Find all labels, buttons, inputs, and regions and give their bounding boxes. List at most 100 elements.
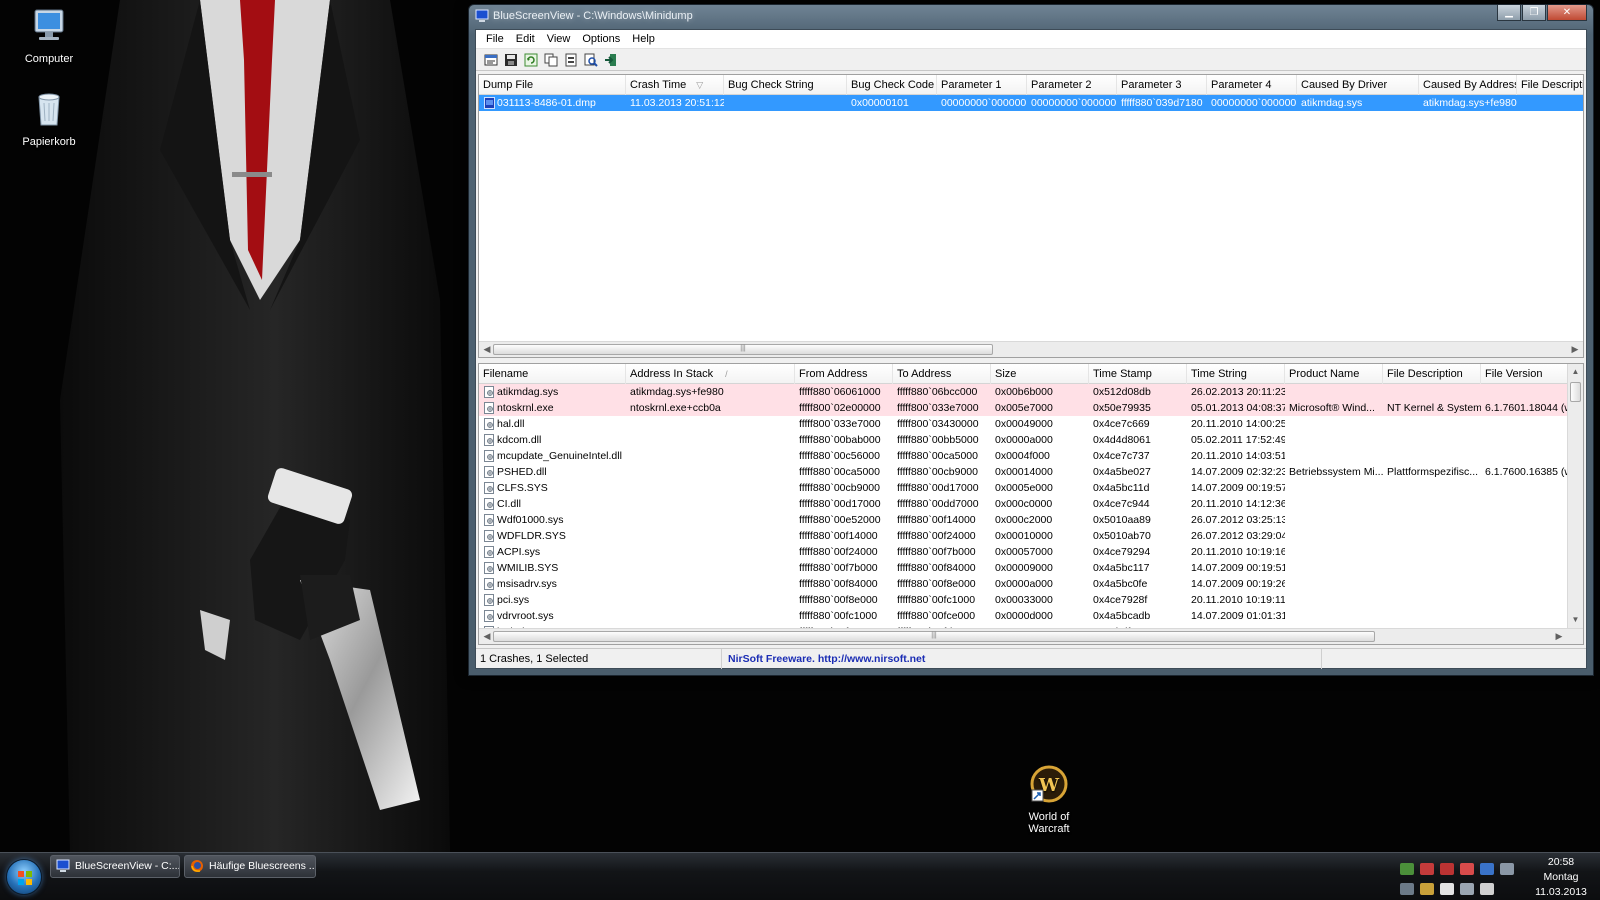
tool-tray-icon[interactable] <box>1420 883 1434 895</box>
driver-row[interactable]: vdrvroot.sys fffff880`00fc1000 fffff880`00… <box>479 608 1583 624</box>
column-header-parameter-4[interactable]: Parameter 4 <box>1207 75 1297 95</box>
column-header-caused-by-driver[interactable]: Caused By Driver <box>1297 75 1419 95</box>
cell-dump-file: 031113-8486-01.dmp <box>497 97 596 109</box>
column-header-parameter-1[interactable]: Parameter 1 <box>937 75 1027 95</box>
column-header-parameter-2[interactable]: Parameter 2 <box>1027 75 1117 95</box>
scroll-down-icon[interactable]: ▼ <box>1568 612 1583 628</box>
copy-button[interactable] <box>542 51 560 69</box>
driver-row[interactable]: ntoskrnl.exe ntoskrnl.exe+ccb0a fffff800`0… <box>479 400 1583 416</box>
crash-list-view[interactable]: Dump File Crash Time ▽ Bug Check String B… <box>478 74 1584 358</box>
menu-edit[interactable]: Edit <box>510 33 541 45</box>
driver-row[interactable]: WDFLDR.SYS fffff880`00f14000 fffff880`00f2… <box>479 528 1583 544</box>
system-tray: 20:58 Montag 11.03.2013 <box>1360 853 1600 900</box>
taskbar-button-bluescreenview[interactable]: BlueScreenView - C:... <box>50 855 180 878</box>
maximize-button[interactable]: ❐ <box>1522 5 1546 21</box>
save-button[interactable] <box>502 51 520 69</box>
cell-from-address: fffff880`00bab000 <box>799 434 881 446</box>
column-header-crash-time[interactable]: Crash Time ▽ <box>626 75 724 95</box>
column-header-to-address[interactable]: To Address <box>893 364 991 384</box>
driver-row[interactable]: PSHED.dll fffff880`00ca5000 fffff880`00cb9… <box>479 464 1583 480</box>
column-header-address-in-stack[interactable]: Address In Stack / <box>626 364 795 384</box>
driver-row[interactable]: kdcom.dll fffff880`00bab000 fffff880`00bb5… <box>479 432 1583 448</box>
sync-tray-icon[interactable] <box>1400 883 1414 895</box>
desktop-icon-world-of-warcraft[interactable]: W World of Warcraft <box>1009 764 1089 835</box>
scrollbar-thumb[interactable] <box>1570 382 1581 402</box>
properties-button[interactable] <box>482 51 500 69</box>
menu-view[interactable]: View <box>541 33 577 45</box>
user-tray-icon[interactable] <box>1500 863 1514 875</box>
find-button[interactable] <box>582 51 600 69</box>
antivirus-tray-icon[interactable] <box>1460 863 1474 875</box>
refresh-button[interactable] <box>522 51 540 69</box>
column-header-product-name[interactable]: Product Name <box>1285 364 1383 384</box>
driver-row[interactable]: CI.dll fffff880`00d17000 fffff880`00dd7000… <box>479 496 1583 512</box>
driver-row[interactable]: WMILIB.SYS fffff880`00f7b000 fffff880`00f8… <box>479 560 1583 576</box>
scroll-up-icon[interactable]: ▲ <box>1568 364 1583 380</box>
column-header-size[interactable]: Size <box>991 364 1089 384</box>
cell-from-address: fffff880`00d17000 <box>799 498 881 510</box>
cell-to-address: fffff880`00f7b000 <box>897 546 976 558</box>
column-header-from-address[interactable]: From Address <box>795 364 893 384</box>
scrollbar-thumb[interactable]: ||| <box>493 344 993 355</box>
column-header-dump-file[interactable]: Dump File <box>479 75 626 95</box>
crash-row[interactable]: 031113-8486-01.dmp 11.03.2013 20:51:12 0… <box>479 95 1583 111</box>
exit-button[interactable] <box>602 51 620 69</box>
network-tray-icon[interactable] <box>1400 863 1414 875</box>
amd-tray-icon[interactable] <box>1440 863 1454 875</box>
scrollbar-thumb[interactable]: ||| <box>493 631 1375 642</box>
security-tray-icon[interactable] <box>1420 863 1434 875</box>
scroll-right-icon[interactable]: ▶ <box>1551 629 1567 644</box>
driver-row[interactable]: msisadrv.sys fffff880`00f84000 fffff880`00… <box>479 576 1583 592</box>
menu-options[interactable]: Options <box>576 33 626 45</box>
driver-row[interactable]: CLFS.SYS fffff880`00cb9000 fffff880`00d170… <box>479 480 1583 496</box>
driver-row[interactable]: Wdf01000.sys fffff880`00e52000 fffff880`00… <box>479 512 1583 528</box>
flag-icon[interactable] <box>1440 883 1454 895</box>
column-header-time-string[interactable]: Time String <box>1187 364 1285 384</box>
column-header-filename[interactable]: Filename <box>479 364 626 384</box>
scroll-right-icon[interactable]: ▶ <box>1567 342 1583 357</box>
cell-file-version <box>1481 576 1579 592</box>
desktop-icon-label: Computer <box>24 53 74 65</box>
volume-icon[interactable] <box>1480 883 1494 895</box>
start-button[interactable] <box>6 859 42 895</box>
network-connection-icon[interactable] <box>1460 883 1474 895</box>
driver-list-view[interactable]: Filename Address In Stack / From Address … <box>478 363 1584 645</box>
close-button[interactable]: ✕ <box>1547 5 1587 21</box>
sort-indicator-icon: / <box>725 369 728 379</box>
cell-parameter-3: fffff880`039d7180 <box>1121 97 1203 109</box>
column-header-time-stamp[interactable]: Time Stamp <box>1089 364 1187 384</box>
column-header-file-description[interactable]: File Description <box>1383 364 1481 384</box>
minimize-button[interactable]: ▁ <box>1497 5 1521 21</box>
menu-file[interactable]: File <box>480 33 510 45</box>
column-header-bug-check-code[interactable]: Bug Check Code <box>847 75 937 95</box>
driver-row[interactable]: pci.sys fffff880`00f8e000 fffff880`00fc100… <box>479 592 1583 608</box>
column-header-file-description[interactable]: File Descripti <box>1517 75 1583 95</box>
column-header-caused-by-address[interactable]: Caused By Address <box>1419 75 1517 95</box>
column-header-bug-check-string[interactable]: Bug Check String <box>724 75 847 95</box>
cell-crash-time: 11.03.2013 20:51:12 <box>630 97 724 109</box>
driver-row[interactable]: mcupdate_GenuineIntel.dll fffff880`00c560… <box>479 448 1583 464</box>
cell-time-string: 14.07.2009 02:32:23 <box>1191 466 1285 478</box>
column-header-parameter-3[interactable]: Parameter 3 <box>1117 75 1207 95</box>
driver-row[interactable]: ACPI.sys fffff880`00f24000 fffff880`00f7b0… <box>479 544 1583 560</box>
cell-file-description <box>1383 576 1481 592</box>
column-header-file-version[interactable]: File Version <box>1481 364 1579 384</box>
clock[interactable]: 20:58 Montag 11.03.2013 <box>1526 855 1596 900</box>
cell-file-description <box>1383 416 1481 432</box>
desktop-icon-computer[interactable]: Computer <box>9 6 89 65</box>
nirsoft-link[interactable]: NirSoft Freeware. http://www.nirsoft.net <box>722 649 1322 669</box>
driver-list-vertical-scrollbar[interactable]: ▲ ▼ <box>1567 364 1583 628</box>
title-bar[interactable]: BlueScreenView - C:\Windows\Minidump ▁ ❐… <box>469 5 1593 27</box>
driver-row[interactable]: atikmdag.sys atikmdag.sys+fe980 fffff880`0… <box>479 384 1583 400</box>
driver-row[interactable]: hal.dll fffff800`033e7000 fffff800`0343000… <box>479 416 1583 432</box>
html-report-button[interactable] <box>562 51 580 69</box>
taskbar-button-firefox[interactable]: Häufige Bluescreens ... <box>184 855 316 878</box>
cell-address-in-stack <box>626 416 795 432</box>
cell-from-address: fffff880`00e52000 <box>799 514 881 526</box>
menu-help[interactable]: Help <box>626 33 661 45</box>
desktop-icon-recycle-bin[interactable]: Papierkorb <box>9 89 89 148</box>
crash-list-horizontal-scrollbar[interactable]: ◀ ||| ▶ <box>479 341 1583 357</box>
cell-file-version <box>1481 528 1579 544</box>
driver-list-horizontal-scrollbar[interactable]: ◀ ||| ▶ <box>479 628 1583 644</box>
steam-tray-icon[interactable] <box>1480 863 1494 875</box>
